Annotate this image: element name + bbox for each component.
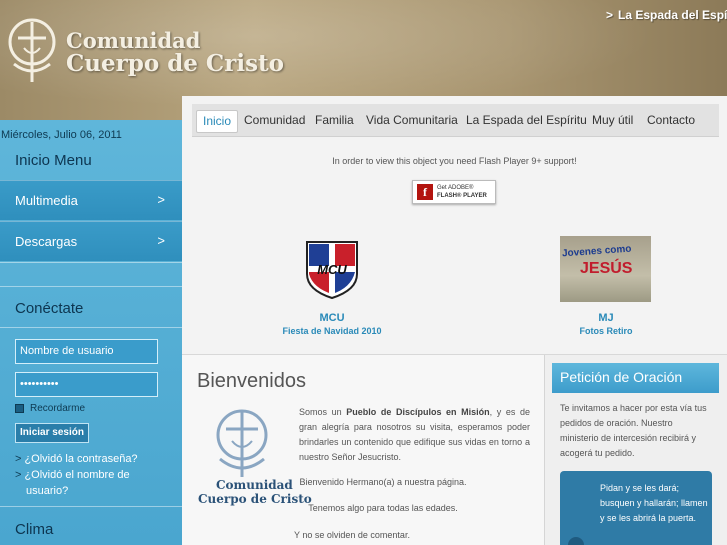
mcu-logo[interactable]: MCU — [299, 238, 365, 300]
featured-mj-subtitle[interactable]: Fotos Retiro — [536, 326, 676, 336]
featured-mcu-title[interactable]: MCU — [272, 312, 392, 324]
welcome-text-bold: Pueblo de Discípulos en Misión — [346, 407, 490, 417]
menu-heading: Inicio Menu — [15, 152, 92, 169]
top-link-espada[interactable]: > La Espada del Espíritu — [606, 8, 727, 22]
logo-title-line2[interactable]: Cuerpo de Cristo — [66, 50, 284, 77]
mj-photo[interactable]: Jovenes como JESÚS — [560, 236, 651, 302]
welcome-paragraph: Somos un Pueblo de Discípulos en Misión,… — [299, 405, 530, 465]
current-date: Miércoles, Julio 06, 2011 — [1, 129, 122, 141]
welcome-line-4: Y no se olviden de comentar. — [294, 530, 410, 540]
mj-photo-text-jesus: JESÚS — [580, 260, 633, 277]
welcome-heading: Bienvenidos — [197, 370, 306, 392]
main-content: Inicio Comunidad Familia Vida Comunitari… — [182, 96, 727, 545]
welcome-line-2: Bienvenido Hermano(a) a nuestra página. — [299, 477, 467, 487]
logo-cross-icon[interactable] — [6, 16, 58, 84]
divider — [0, 327, 182, 328]
login-heading: Conéctate — [15, 300, 84, 317]
divider — [0, 506, 182, 507]
petition-text: Te invitamos a hacer por esta vía tus pe… — [560, 403, 707, 458]
link-label-line2: usuario? — [26, 485, 69, 497]
flash-label-1: Get ADOBE® — [437, 185, 474, 191]
chevron-right-icon: > — [157, 233, 165, 248]
password-input[interactable]: •••••••••• — [15, 372, 158, 397]
get-flash-button[interactable]: f Get ADOBE® FLASH® PLAYER — [412, 180, 496, 204]
arrow-right-icon: > — [606, 8, 614, 22]
chevron-right-icon: > — [157, 192, 165, 207]
nav-familia[interactable]: Familia — [309, 110, 360, 133]
nav-comunidad[interactable]: Comunidad — [238, 110, 311, 133]
sidebar-item-descargas[interactable]: Descargas > — [0, 221, 182, 261]
main-nav: Inicio Comunidad Familia Vida Comunitari… — [192, 104, 719, 137]
petition-heading: Petición de Oración — [552, 363, 719, 393]
welcome-line-3: Tenemos algo para todas las edades. — [308, 503, 458, 513]
username-input[interactable]: Nombre de usuario — [15, 339, 158, 364]
forgot-username-link[interactable]: > ¿Olvidó el nombre de usuario? — [15, 467, 130, 499]
nav-espada[interactable]: La Espada del Espíritu — [460, 110, 593, 133]
featured-mj-title[interactable]: MJ — [546, 312, 666, 324]
link-label: ¿Olvidó la contraseña? — [24, 453, 138, 465]
top-link-label: La Espada del Espíritu — [618, 8, 727, 22]
sidebar-item-label: Multimedia — [15, 193, 78, 208]
arrow-right-icon: > — [15, 453, 22, 465]
flash-icon: f — [417, 184, 433, 200]
login-button[interactable]: Iniciar sesión — [15, 423, 89, 443]
quote-text: Pidan y se les dará; busquen y hallarán;… — [600, 483, 708, 523]
sidebar: Miércoles, Julio 06, 2011 Inicio Menu Mu… — [0, 120, 182, 545]
divider — [0, 286, 182, 287]
flash-message: In order to view this object you need Fl… — [332, 156, 577, 166]
climate-heading: Clima — [15, 521, 54, 538]
remember-checkbox[interactable] — [15, 404, 24, 413]
welcome-text-pre: Somos un — [299, 407, 347, 417]
nav-contacto[interactable]: Contacto — [641, 110, 701, 133]
flash-label-2: FLASH® PLAYER — [437, 193, 487, 199]
nav-vida-comunitaria[interactable]: Vida Comunitaria — [360, 110, 464, 133]
featured-mcu-subtitle[interactable]: Fiesta de Navidad 2010 — [262, 326, 402, 336]
mj-photo-text: Jovenes como — [561, 243, 632, 260]
forgot-password-link[interactable]: > ¿Olvidó la contraseña? — [15, 451, 138, 467]
sidebar-item-label: Descargas — [15, 234, 78, 249]
nav-muy-util[interactable]: Muy útil — [586, 110, 639, 133]
divider — [0, 262, 182, 263]
remember-label: Recordarme — [30, 403, 86, 414]
mcu-logo-text: MCU — [317, 262, 347, 277]
arrow-right-icon: > — [15, 469, 22, 481]
sidebar-item-multimedia[interactable]: Multimedia > — [0, 180, 182, 220]
link-label: ¿Olvidó el nombre de — [24, 469, 130, 481]
nav-inicio[interactable]: Inicio — [196, 110, 239, 133]
